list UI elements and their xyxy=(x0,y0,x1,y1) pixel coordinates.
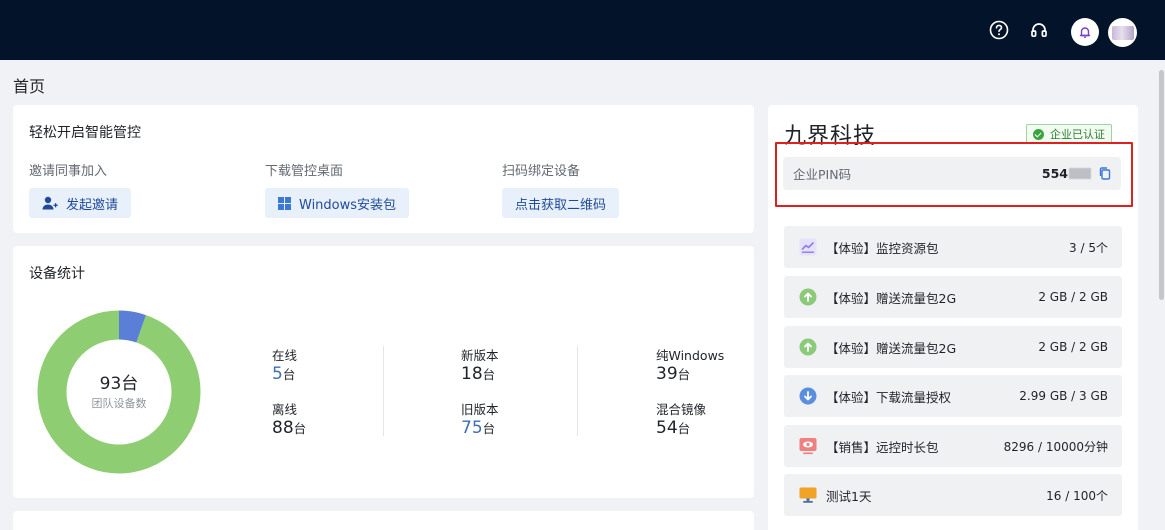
online-stat: 在线 5台 xyxy=(272,345,297,384)
pure-windows-label: 纯Windows xyxy=(656,348,725,363)
help-icon[interactable] xyxy=(986,17,1012,43)
resource-row[interactable]: 【体验】赠送流量包2G 2 GB / 2 GB xyxy=(784,276,1122,318)
windows-installer-label: Windows安装包 xyxy=(299,197,397,213)
company-card: 九界科技 企业已认证 企业PIN码 554 【体验】监控资源包 3 / 5个 【… xyxy=(768,105,1138,530)
scrollbar-thumb[interactable] xyxy=(1159,70,1164,300)
download-label: 下载管控桌面 xyxy=(265,164,344,179)
device-stats-title: 设备统计 xyxy=(29,266,85,282)
qrcode-section: 扫码绑定设备 点击获取二维码 xyxy=(502,160,620,218)
resource-row[interactable]: 【体验】赠送流量包2G 2 GB / 2 GB xyxy=(784,326,1122,368)
pin-value: 554 xyxy=(1041,166,1068,181)
monitor-chart-icon xyxy=(798,237,818,257)
mixed-image-stat: 混合镜像 54台 xyxy=(656,399,706,438)
online-unit: 台 xyxy=(282,367,296,382)
resource-name: 【体验】赠送流量包2G xyxy=(826,340,957,356)
avatar-image xyxy=(1111,25,1134,40)
headset-icon[interactable] xyxy=(1026,17,1052,43)
mixed-image-value: 54 xyxy=(656,418,678,438)
qrcode-label: 扫码绑定设备 xyxy=(502,164,581,179)
pure-windows-value: 39 xyxy=(656,364,678,384)
windows-installer-button[interactable]: Windows安装包 xyxy=(265,188,410,218)
offline-unit: 台 xyxy=(293,421,307,436)
resource-amount: 16 / 100个 xyxy=(1046,488,1108,503)
verified-badge: 企业已认证 xyxy=(1026,124,1112,144)
pure-windows-unit: 台 xyxy=(677,367,691,382)
resource-row[interactable]: 【体验】下载流量授权 2.99 GB / 3 GB xyxy=(784,375,1122,417)
eye-screen-icon xyxy=(798,436,818,456)
old-version-label: 旧版本 xyxy=(461,402,499,417)
get-qrcode-label: 点击获取二维码 xyxy=(515,197,607,213)
invite-label: 邀请同事加入 xyxy=(29,164,108,179)
resource-amount: 8296 / 10000分钟 xyxy=(1003,439,1108,454)
new-version-stat: 新版本 18台 xyxy=(461,345,499,384)
page-title: 首页 xyxy=(13,77,46,96)
resource-row[interactable]: 【体验】监控资源包 3 / 5个 xyxy=(784,226,1122,268)
mixed-image-label: 混合镜像 xyxy=(656,402,707,417)
verified-label: 企业已认证 xyxy=(1050,128,1105,141)
device-stats-card: 设备统计 93台 团队设备数 在线 5台 离线 88台 新版本 18台 旧版本 … xyxy=(13,246,754,498)
page-scrollbar[interactable] xyxy=(1158,60,1165,530)
resource-amount: 3 / 5个 xyxy=(1069,240,1108,255)
resource-row[interactable]: 测试1天 16 / 100个 xyxy=(784,474,1122,516)
old-version-value[interactable]: 75 xyxy=(461,418,483,438)
device-donut-chart: 93台 团队设备数 xyxy=(37,310,201,474)
get-qrcode-button[interactable]: 点击获取二维码 xyxy=(502,188,620,218)
resource-row[interactable]: 【销售】远控时长包 8296 / 10000分钟 xyxy=(784,425,1122,467)
offline-value: 88 xyxy=(272,418,294,438)
resource-amount: 2.99 GB / 3 GB xyxy=(1019,389,1108,403)
bottom-card xyxy=(13,511,754,530)
quick-setup-title: 轻松开启智能管控 xyxy=(29,125,141,141)
user-add-icon xyxy=(42,196,58,210)
mixed-image-unit: 台 xyxy=(677,421,691,436)
upload-cloud-icon xyxy=(798,337,818,357)
new-version-value: 18 xyxy=(461,364,483,384)
check-circle-icon xyxy=(1033,128,1044,140)
download-section: 下载管控桌面 Windows安装包 xyxy=(265,160,410,218)
download-cloud-icon xyxy=(798,386,818,406)
total-devices-value: 93台 xyxy=(99,374,139,394)
pin-value-wrap: 554 xyxy=(1042,166,1111,181)
new-version-unit: 台 xyxy=(482,367,496,382)
resource-name: 【体验】监控资源包 xyxy=(826,240,939,256)
copy-icon[interactable] xyxy=(1099,167,1111,180)
pin-redaction xyxy=(1069,168,1091,179)
resource-amount: 2 GB / 2 GB xyxy=(1038,340,1108,354)
windows-icon xyxy=(278,196,291,210)
resource-name: 【销售】远控时长包 xyxy=(826,439,939,455)
new-version-label: 新版本 xyxy=(461,348,499,363)
avatar[interactable] xyxy=(1108,18,1137,47)
company-name: 九界科技 xyxy=(784,124,877,149)
offline-label: 离线 xyxy=(272,402,298,417)
old-version-unit: 台 xyxy=(482,421,496,436)
upload-cloud-icon xyxy=(798,287,818,307)
online-label: 在线 xyxy=(272,348,298,363)
desktop-icon xyxy=(798,485,818,505)
top-bar xyxy=(0,0,1165,60)
resource-name: 测试1天 xyxy=(826,488,872,504)
pin-label: 企业PIN码 xyxy=(793,167,852,182)
quick-setup-card: 轻松开启智能管控 邀请同事加入 发起邀请 下载管控桌面 Windows安装包 扫… xyxy=(13,105,754,233)
online-value[interactable]: 5 xyxy=(272,364,283,384)
resource-name: 【体验】赠送流量包2G xyxy=(826,290,957,306)
resource-amount: 2 GB / 2 GB xyxy=(1038,290,1108,304)
invite-button[interactable]: 发起邀请 xyxy=(29,188,132,218)
total-devices-label: 团队设备数 xyxy=(91,397,147,410)
bell-icon[interactable] xyxy=(1071,18,1099,46)
pin-code-row: 企业PIN码 554 xyxy=(783,157,1121,190)
stats-divider xyxy=(577,346,578,436)
offline-stat: 离线 88台 xyxy=(272,399,306,438)
invite-button-label: 发起邀请 xyxy=(66,197,119,213)
invite-section: 邀请同事加入 发起邀请 xyxy=(29,160,132,218)
old-version-stat: 旧版本 75台 xyxy=(461,399,499,438)
stats-divider xyxy=(383,346,384,436)
pure-windows-stat: 纯Windows 39台 xyxy=(656,345,724,384)
resource-name: 【体验】下载流量授权 xyxy=(826,389,952,405)
